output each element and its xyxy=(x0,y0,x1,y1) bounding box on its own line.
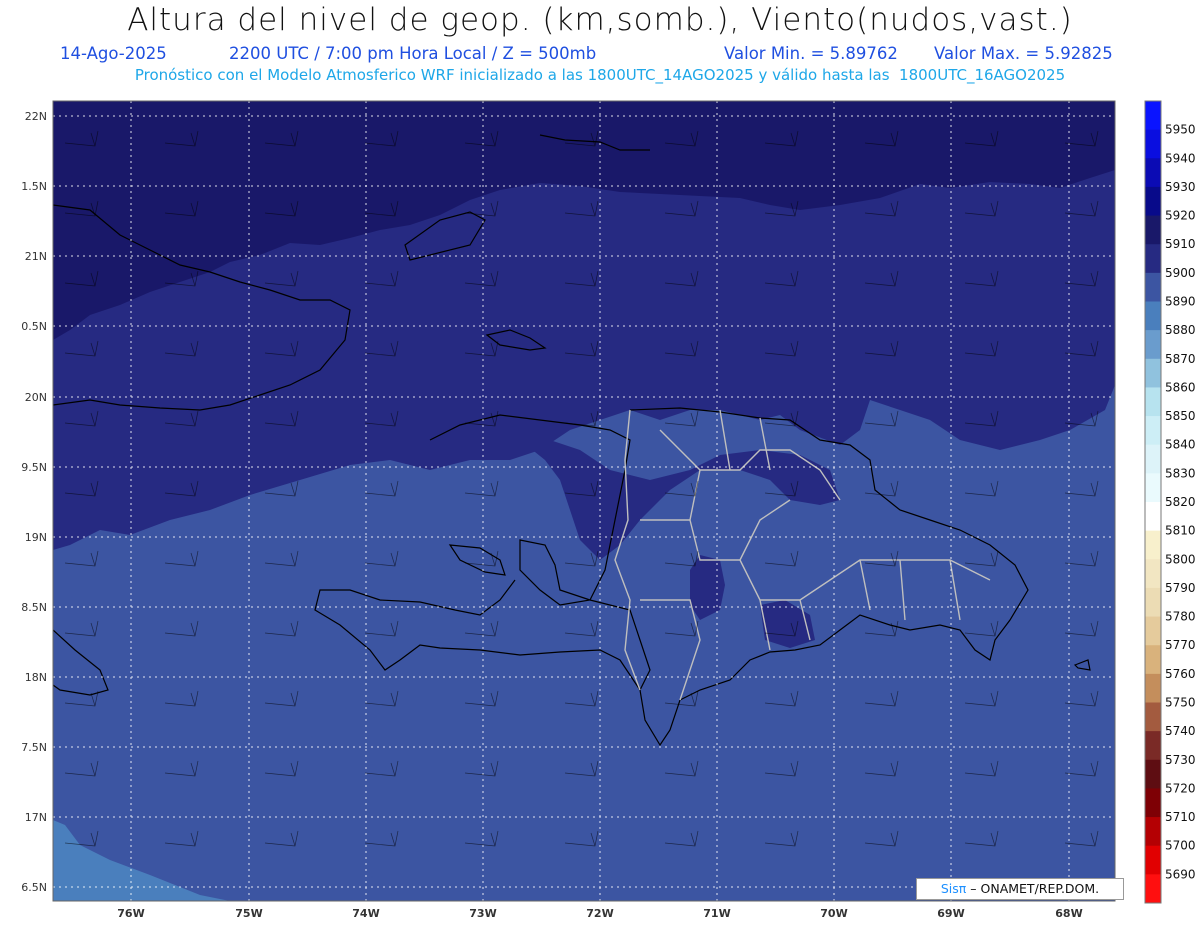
colorbar-segment xyxy=(1145,129,1161,159)
colorbar-label: 5740 xyxy=(1165,724,1196,738)
lat-label: 18N xyxy=(25,671,47,684)
colorbar-segment xyxy=(1145,874,1161,904)
colorbar-segment xyxy=(1145,330,1161,360)
colorbar-label: 5780 xyxy=(1165,610,1196,624)
colorbar-label: 5830 xyxy=(1165,466,1196,480)
colorbar-label: 5810 xyxy=(1165,524,1196,538)
lon-label: 68W xyxy=(1055,907,1082,920)
colorbar-label: 5950 xyxy=(1165,123,1196,137)
colorbar-segment xyxy=(1145,673,1161,703)
colorbar-segment xyxy=(1145,587,1161,618)
shaded-field xyxy=(53,101,1115,901)
colorbar: 5950 5940 5930 5920 5910 5900 5890 5880 5870 5860… xyxy=(1144,100,1196,904)
colorbar-label: 5790 xyxy=(1165,581,1196,595)
colorbar-segment xyxy=(1145,444,1161,474)
colorbar-label: 5910 xyxy=(1165,237,1196,251)
credit-text: – ONAMET/REP.DOM. xyxy=(970,881,1100,896)
colorbar-label: 5900 xyxy=(1165,266,1196,280)
lat-label: 21N xyxy=(25,250,47,263)
colorbar-segment xyxy=(1145,702,1161,732)
lon-label: 72W xyxy=(586,907,613,920)
colorbar-label: 5720 xyxy=(1165,781,1196,795)
lon-label: 69W xyxy=(937,907,964,920)
colorbar-segment xyxy=(1145,502,1161,532)
colorbar-label: 5700 xyxy=(1165,839,1196,853)
colorbar-segment xyxy=(1145,759,1161,789)
colorbar-segment xyxy=(1145,788,1161,818)
colorbar-label: 5940 xyxy=(1165,151,1196,165)
lat-label: 17N xyxy=(25,811,47,824)
lat-label: 9.5N xyxy=(21,461,47,474)
credit-box: Sisπ – ONAMET/REP.DOM. xyxy=(916,878,1124,900)
lat-label: 0.5N xyxy=(21,320,47,333)
colorbar-label: 5800 xyxy=(1165,552,1196,566)
colorbar-label: 5750 xyxy=(1165,696,1196,710)
colorbar-label: 5820 xyxy=(1165,495,1196,509)
colorbar-segment xyxy=(1145,645,1161,675)
colorbar-segment xyxy=(1145,186,1161,217)
colorbar-segment xyxy=(1145,244,1161,274)
lat-label: 1.5N xyxy=(21,180,47,193)
lon-axis: 76W 75W 74W 73W 72W 71W 70W 69W 68W xyxy=(117,907,1082,920)
lat-label: 6.5N xyxy=(21,881,47,894)
lon-label: 75W xyxy=(235,907,262,920)
lon-label: 71W xyxy=(703,907,730,920)
colorbar-label: 5870 xyxy=(1165,352,1196,366)
colorbar-label: 5860 xyxy=(1165,380,1196,394)
geopotential-map: 22N 1.5N 21N 0.5N 20N 9.5N 19N 8.5N 18N … xyxy=(21,100,1196,920)
colorbar-label: 5730 xyxy=(1165,753,1196,767)
colorbar-segment xyxy=(1145,416,1161,446)
colorbar-label: 5850 xyxy=(1165,409,1196,423)
colorbar-label: 5770 xyxy=(1165,638,1196,652)
lat-axis: 22N 1.5N 21N 0.5N 20N 9.5N 19N 8.5N 18N … xyxy=(21,110,47,894)
colorbar-segment xyxy=(1145,616,1161,646)
colorbar-segment xyxy=(1145,530,1161,560)
colorbar-segment xyxy=(1145,845,1161,875)
lon-label: 70W xyxy=(820,907,847,920)
colorbar-label: 5930 xyxy=(1165,180,1196,194)
colorbar-label: 5840 xyxy=(1165,438,1196,452)
colorbar-segment xyxy=(1145,473,1161,503)
lon-label: 73W xyxy=(469,907,496,920)
lat-label: 22N xyxy=(25,110,47,123)
colorbar-segment xyxy=(1145,817,1161,847)
lat-label: 20N xyxy=(25,391,47,404)
lon-label: 76W xyxy=(117,907,144,920)
colorbar-label: 5920 xyxy=(1165,209,1196,223)
colorbar-label: 5760 xyxy=(1165,667,1196,681)
colorbar-label: 5690 xyxy=(1165,867,1196,881)
colorbar-segment xyxy=(1145,101,1161,131)
colorbar-segment xyxy=(1145,272,1161,302)
colorbar-label: 5880 xyxy=(1165,323,1196,337)
lat-label: 7.5N xyxy=(21,741,47,754)
lat-label: 19N xyxy=(25,531,47,544)
colorbar-segment xyxy=(1145,158,1161,188)
colorbar-label: 5710 xyxy=(1165,810,1196,824)
colorbar-segment xyxy=(1145,731,1161,761)
colorbar-segment xyxy=(1145,301,1161,331)
colorbar-segment xyxy=(1145,387,1161,417)
colorbar-segment xyxy=(1145,559,1161,589)
lon-label: 74W xyxy=(352,907,379,920)
colorbar-label: 5890 xyxy=(1165,295,1196,309)
sis-logo: Sisπ xyxy=(940,881,967,896)
colorbar-segment xyxy=(1145,358,1161,388)
colorbar-segment xyxy=(1145,215,1161,245)
lat-label: 8.5N xyxy=(21,601,47,614)
